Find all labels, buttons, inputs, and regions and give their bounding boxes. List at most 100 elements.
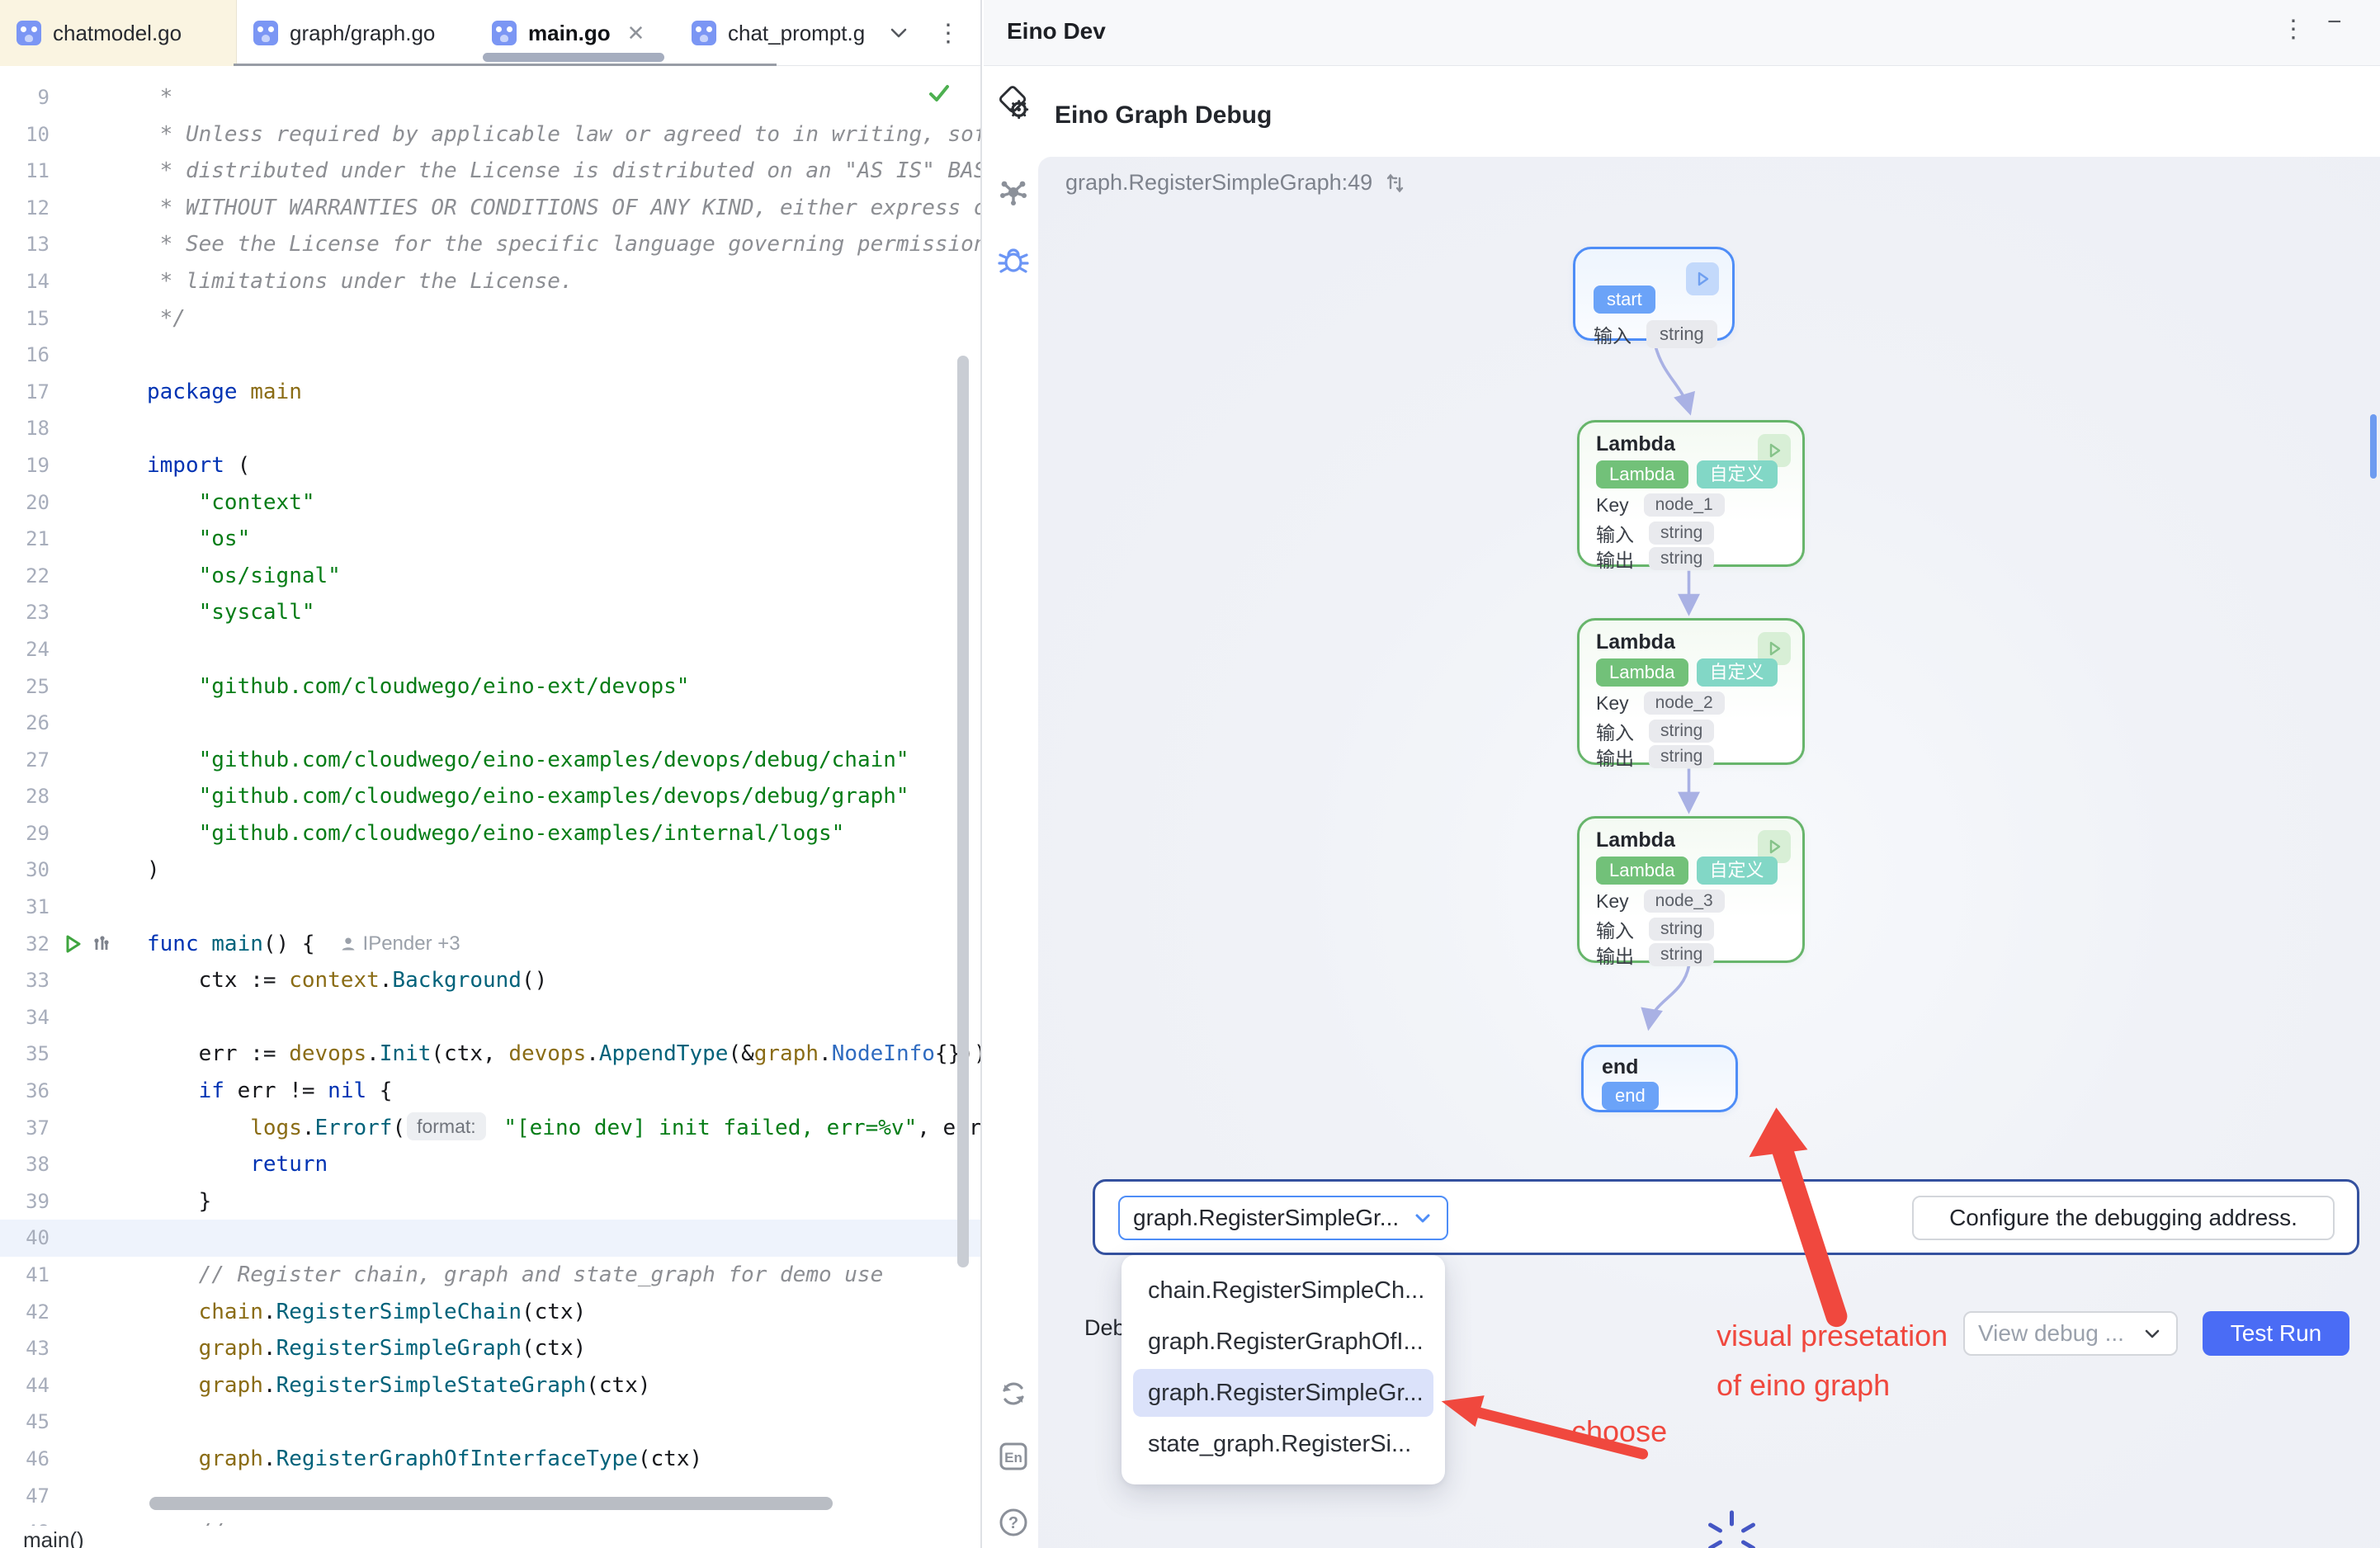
graph-select[interactable]: graph.RegisterSimpleGr... (1118, 1196, 1448, 1240)
code-line: 31 (0, 889, 980, 926)
code-text: logs.Errorf(format: "[eino dev] init fai… (147, 1110, 980, 1147)
graph-location[interactable]: graph.RegisterSimpleGraph:49 (1065, 170, 1372, 196)
custom-chip: 自定义 (1697, 857, 1778, 885)
tab-options-kebab-icon[interactable]: ⋮ (936, 0, 961, 66)
graph-debug-title: Eino Graph Debug (1055, 101, 1272, 130)
line-number: 17 (0, 374, 50, 411)
node-row-label: 输入 (1596, 915, 1634, 943)
node-row-label: 输入 (1596, 519, 1634, 547)
editor-pane: chatmodel.gograph/graph.gomain.go✕chat_p… (0, 0, 982, 1548)
node-row: 输出string (1596, 941, 1714, 969)
red-arrow-up (1749, 1107, 1807, 1157)
code-line: 33 ctx := context.Background() (0, 962, 980, 999)
code-line: 41 // Register chain, graph and state_gr… (0, 1257, 980, 1294)
editor-vertical-scrollbar[interactable] (957, 356, 969, 1267)
code-line: 42 chain.RegisterSimpleChain(ctx) (0, 1294, 980, 1331)
node-row-label: Key (1596, 692, 1629, 715)
run-node-play-icon[interactable] (1686, 262, 1719, 295)
code-text: // Register chain, graph and state_graph… (147, 1257, 883, 1294)
code-line: 27 "github.com/cloudwego/eino-examples/d… (0, 742, 980, 779)
line-number: 45 (0, 1404, 50, 1441)
debug-bug-icon[interactable] (995, 242, 1032, 278)
line-number: 47 (0, 1478, 50, 1515)
run-main-icon[interactable] (61, 932, 112, 956)
tab-list-chevron-down-icon[interactable] (885, 0, 913, 66)
editor-horizontal-scrollbar[interactable] (149, 1497, 833, 1510)
line-number: 23 (0, 594, 50, 631)
line-number: 34 (0, 999, 50, 1036)
tab-chatmodel-go[interactable]: chatmodel.go (0, 0, 237, 66)
panel-kebab-icon[interactable]: ⋮ (2281, 15, 2306, 44)
line-number: 42 (0, 1294, 50, 1331)
code-text: * (147, 79, 172, 116)
graph-node-lambda-3[interactable]: LambdaLambda自定义Keynode_3输入string输出string (1577, 816, 1805, 963)
help-icon[interactable]: ? (995, 1504, 1032, 1541)
line-number: 37 (0, 1110, 50, 1147)
language-en-icon[interactable]: En (995, 1438, 1032, 1475)
code-area: 9 *10 * Unless required by applicable la… (0, 79, 980, 1548)
graph-node-start[interactable]: start 输入 string (1573, 247, 1735, 341)
graph-node-end[interactable]: end end (1581, 1045, 1738, 1112)
node-row-label: 输入 (1596, 717, 1634, 745)
code-line: 15 */ (0, 300, 980, 337)
breadcrumb-item[interactable]: main() (23, 1527, 84, 1548)
code-text: * WITHOUT WARRANTIES OR CONDITIONS OF AN… (147, 190, 980, 227)
tab-graph-graph-go[interactable]: graph/graph.go (237, 0, 475, 66)
line-number: 43 (0, 1330, 50, 1367)
panel-title: Eino Dev (1007, 18, 1106, 45)
line-number: 28 (0, 778, 50, 815)
go-file-icon (17, 21, 41, 45)
dropdown-item[interactable]: state_graph.RegisterSi... (1133, 1420, 1433, 1468)
line-number: 15 (0, 300, 50, 337)
line-number: 19 (0, 447, 50, 484)
annotation-choose: choose (1571, 1414, 1667, 1449)
test-run-button[interactable]: Test Run (2203, 1311, 2349, 1356)
code-text: "context" (147, 484, 315, 522)
code-line: 26 (0, 705, 980, 742)
line-number: 13 (0, 226, 50, 263)
dropdown-item[interactable]: graph.RegisterSimpleGr... (1133, 1369, 1433, 1417)
code-text: graph.RegisterGraphOfInterfaceType(ctx) (147, 1441, 702, 1478)
auto-layout-icon[interactable] (1384, 172, 1407, 195)
panel-scrollbar-thumb[interactable] (2370, 414, 2377, 479)
panel-minimize-icon[interactable]: − (2327, 8, 2342, 36)
line-number: 12 (0, 190, 50, 227)
line-number: 22 (0, 558, 50, 595)
node-row: 输出string (1596, 545, 1714, 573)
view-debug-select[interactable]: View debug ... (1963, 1311, 2178, 1356)
panel-header: Eino Dev ⋮ − (984, 0, 2380, 66)
node-row-label: 输出 (1596, 941, 1634, 969)
tab-label: chatmodel.go (53, 21, 182, 46)
code-line: 35 err := devops.Init(ctx, devops.Append… (0, 1036, 980, 1073)
trace-graph-icon[interactable] (995, 174, 1032, 210)
inspection-check-icon[interactable] (924, 78, 954, 112)
code-text: "github.com/cloudwego/eino-examples/devo… (147, 778, 909, 815)
editor-tabbar: chatmodel.gograph/graph.gomain.go✕chat_p… (0, 0, 980, 66)
code-line: 22 "os/signal" (0, 558, 980, 595)
ide-window: chatmodel.gograph/graph.gomain.go✕chat_p… (0, 0, 2380, 1548)
code-editor[interactable]: 9 *10 * Unless required by applicable la… (0, 67, 980, 1548)
annotation-note-line1: visual presetation (1717, 1319, 1948, 1353)
graph-node-lambda-2[interactable]: LambdaLambda自定义Keynode_2输入string输出string (1577, 618, 1805, 765)
lambda-chips: Lambda自定义 (1596, 857, 1778, 885)
panel-icon-rail: En ? (984, 67, 1038, 1548)
go-file-icon (253, 21, 278, 45)
graph-node-lambda-1[interactable]: LambdaLambda自定义Keynode_1输入string输出string (1577, 420, 1805, 567)
code-line: 37 logs.Errorf(format: "[eino dev] init … (0, 1110, 980, 1147)
configure-address-label: Configure the debugging address. (1949, 1205, 2297, 1231)
node-row: Keynode_1 (1596, 493, 1725, 517)
dropdown-item[interactable]: graph.RegisterGraphOfI... (1133, 1318, 1433, 1366)
node-row-label: 输出 (1596, 743, 1634, 771)
tabbar-scrollbar-thumb[interactable] (483, 53, 664, 62)
tab-chat-prompt-g[interactable]: chat_prompt.g (675, 0, 885, 66)
refresh-icon[interactable] (995, 1376, 1032, 1412)
code-line: 23 "syscall" (0, 594, 980, 631)
usages-hint[interactable]: IPender +3 (340, 926, 460, 963)
configure-address-button[interactable]: Configure the debugging address. (1912, 1196, 2335, 1240)
graph-canvas[interactable]: graph.RegisterSimpleGraph:49 (1038, 157, 2380, 1548)
dropdown-item[interactable]: chain.RegisterSimpleCh... (1133, 1267, 1433, 1314)
code-text: "os/signal" (147, 558, 341, 595)
code-text: import ( (147, 447, 250, 484)
tab-close-icon[interactable]: ✕ (627, 21, 645, 46)
code-line: 30) (0, 852, 980, 889)
